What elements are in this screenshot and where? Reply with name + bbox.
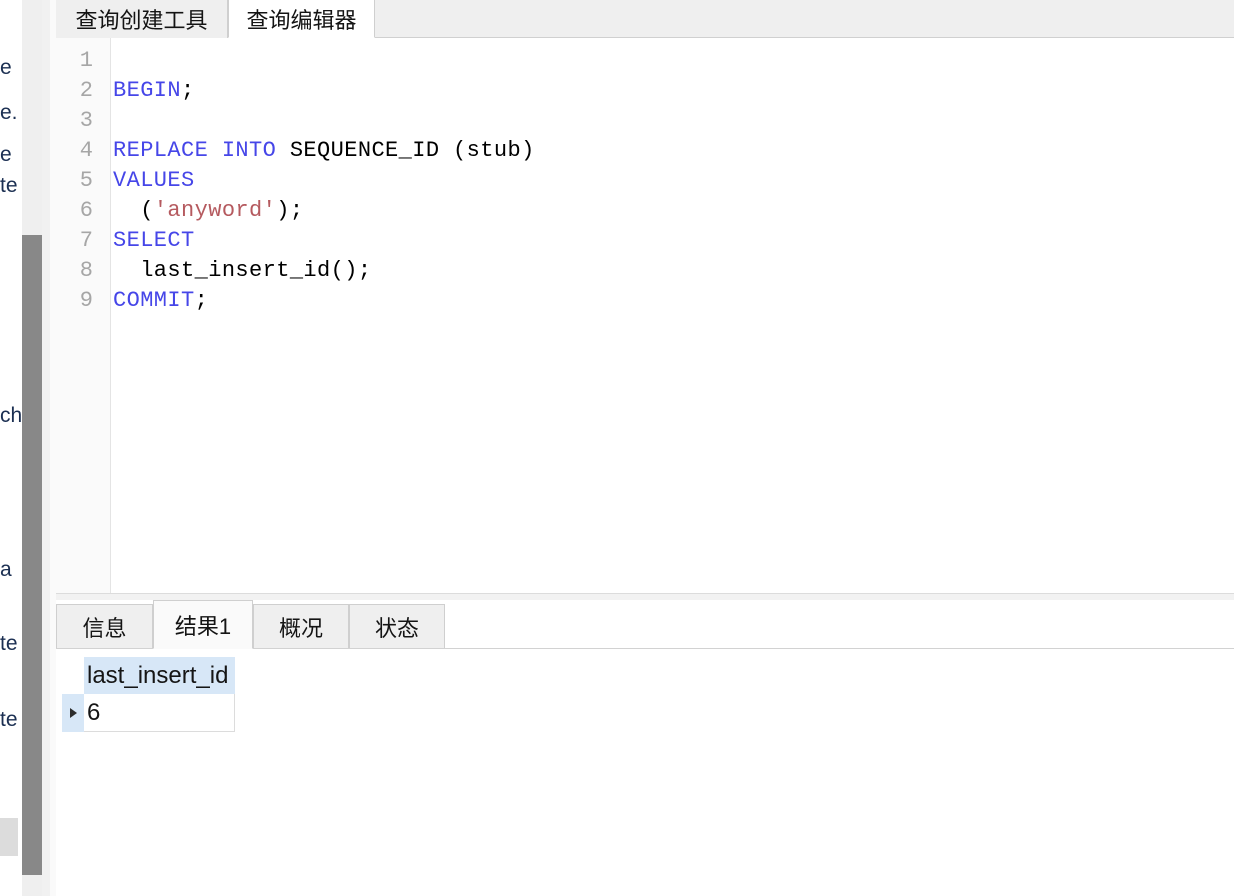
code-line-7[interactable]: 7 SELECT xyxy=(56,225,1234,255)
line-number-9: 9 xyxy=(79,287,93,313)
results-pane: 信息 结果1 概况 状态 last_insert_id 6 xyxy=(56,600,1234,896)
token-kw: VALUES xyxy=(113,167,195,193)
result-grid-corner-cell xyxy=(62,657,84,694)
token-kw: SELECT xyxy=(113,227,195,253)
main-pane: 查询创建工具 查询编辑器 1 2 BEGIN; 3 4 REPLACE INTO SEQUE… xyxy=(56,0,1234,896)
code-text-line-9: COMMIT; xyxy=(102,288,208,313)
code-line-2[interactable]: 2 BEGIN; xyxy=(56,75,1234,105)
token-kw: COMMIT xyxy=(113,287,195,313)
editor-tab-1[interactable]: 查询编辑器 xyxy=(228,0,375,38)
token-kw: BEGIN xyxy=(113,77,182,103)
left-vertical-scrollbar-thumb[interactable] xyxy=(22,235,42,875)
line-number-8: 8 xyxy=(79,257,93,283)
clipped-text-fragment-2: e xyxy=(0,143,12,166)
code-line-4[interactable]: 4 REPLACE INTO SEQUENCE_ID (stub) xyxy=(56,135,1234,165)
code-line-9[interactable]: 9 COMMIT; xyxy=(56,285,1234,315)
clipped-text-fragment-1: e. xyxy=(0,101,18,124)
editor-tab-0[interactable]: 查询创建工具 xyxy=(56,0,228,38)
line-number-6: 6 xyxy=(79,197,93,223)
token-pl: ); xyxy=(276,197,304,223)
code-text-line-6: ('anyword'); xyxy=(102,198,303,223)
code-text-line-4: REPLACE INTO SEQUENCE_ID (stub) xyxy=(102,138,535,163)
code-line-6[interactable]: 6 ('anyword'); xyxy=(56,195,1234,225)
code-line-1[interactable]: 1 xyxy=(56,45,1234,75)
play-triangle-icon xyxy=(69,708,77,718)
line-number-2: 2 xyxy=(79,77,93,103)
code-line-3[interactable]: 3 xyxy=(56,105,1234,135)
code-text-line-2: BEGIN; xyxy=(102,78,195,103)
clipped-text-fragment-7: te xyxy=(0,708,18,731)
pane-splitter[interactable] xyxy=(56,593,1234,600)
result-grid-row-header[interactable] xyxy=(62,694,84,732)
results-tab-3[interactable]: 状态 xyxy=(349,604,445,649)
token-pl: ; xyxy=(181,77,195,103)
result-grid[interactable]: last_insert_id 6 xyxy=(56,649,1234,896)
result-grid-column-header-last-insert-id[interactable]: last_insert_id xyxy=(84,657,235,694)
left-panel-bottom-block xyxy=(0,818,18,856)
token-kw: REPLACE INTO xyxy=(113,137,290,163)
clipped-text-fragment-3: te xyxy=(0,174,18,197)
clipped-text-fragment-0: e xyxy=(0,56,12,79)
clipped-text-fragment-4: ch xyxy=(0,404,22,427)
token-pl: ; xyxy=(194,287,209,313)
token-pl: SEQUENCE_ID (stub) xyxy=(289,137,535,163)
clipped-text-fragment-5: a xyxy=(0,558,12,581)
code-text-line-8: last_insert_id(); xyxy=(102,258,371,283)
line-number-3: 3 xyxy=(79,107,93,133)
clipped-text-fragment-6: te xyxy=(0,632,18,655)
code-line-8[interactable]: 8 last_insert_id(); xyxy=(56,255,1234,285)
sql-code-editor[interactable]: 1 2 BEGIN; 3 4 REPLACE INTO SEQUENCE_ID (stub… xyxy=(56,38,1234,593)
code-text-line-7: SELECT xyxy=(102,228,195,253)
editor-tabbar: 查询创建工具 查询编辑器 xyxy=(56,0,1234,38)
results-tab-1[interactable]: 结果1 xyxy=(153,600,253,649)
results-tab-0[interactable]: 信息 xyxy=(56,604,153,649)
code-text-line-5: VALUES xyxy=(102,168,195,193)
line-number-5: 5 xyxy=(79,167,93,193)
result-grid-cell-last-insert-id[interactable]: 6 xyxy=(84,694,235,732)
query-editor-window: e e. e te ch a te te 查询创建工具 查询编辑器 1 2 BEGIN; 3 4 REPL… xyxy=(0,0,1234,896)
token-pl: last_insert_id(); xyxy=(113,257,372,283)
token-pl: ( xyxy=(113,197,154,223)
code-line-5[interactable]: 5 VALUES xyxy=(56,165,1234,195)
results-tabbar: 信息 结果1 概况 状态 xyxy=(56,600,1234,649)
line-number-7: 7 xyxy=(79,227,93,253)
results-tab-2[interactable]: 概况 xyxy=(253,604,349,649)
left-clipped-panel: e e. e te ch a te te xyxy=(0,0,22,896)
token-str: 'anyword' xyxy=(153,197,277,223)
line-number-4: 4 xyxy=(79,137,93,163)
line-number-1: 1 xyxy=(79,47,93,73)
